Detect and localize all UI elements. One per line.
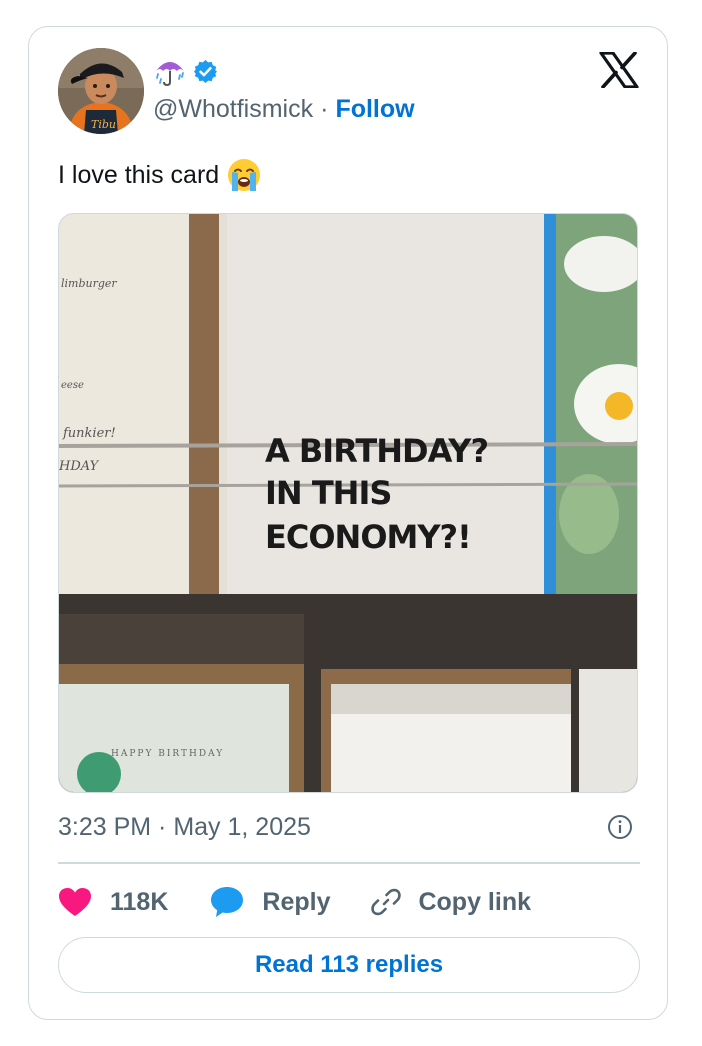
bottom-card-text: HAPPY BIRTHDAY [111, 749, 224, 759]
read-replies-label: Read 113 replies [254, 951, 444, 978]
divider [58, 862, 640, 864]
author-avatar[interactable]: Tibu [58, 48, 144, 134]
tweet-timestamp[interactable]: 3:23 PM · May 1, 2025 [58, 811, 311, 843]
copy-link-label: Copy link [418, 887, 531, 916]
greeting-card-photo: limburger eese funkier! HDAY A BIRTHDAY?… [59, 214, 637, 792]
heart-icon [59, 888, 91, 916]
left-card-line-1: limburger [61, 277, 117, 290]
info-icon[interactable] [606, 813, 634, 841]
loudly-crying-face-icon [228, 159, 261, 191]
umbrella-with-rain-icon [156, 62, 184, 87]
verified-badge-icon [194, 59, 217, 83]
reply-label: Reply [262, 887, 331, 916]
left-card-line-3: funkier! [62, 426, 116, 441]
author-name-row[interactable] [153, 55, 218, 87]
follow-link[interactable]: Follow [335, 95, 414, 123]
reply-button[interactable]: Reply [210, 886, 330, 918]
left-card-line-4: HDAY [59, 459, 100, 474]
reply-bubble-icon [211, 887, 244, 917]
x-logo-icon[interactable] [599, 52, 639, 88]
handle-row: @Whotfismick · Follow [153, 93, 415, 125]
tweet-photo[interactable]: limburger eese funkier! HDAY A BIRTHDAY?… [58, 213, 638, 793]
action-bar: 118K Reply Copy link [58, 882, 531, 922]
card-line-1: A BIRTHDAY? [265, 432, 488, 470]
copy-link-button[interactable]: Copy link [370, 886, 531, 918]
card-line-3: ECONOMY?! [265, 518, 471, 556]
like-button[interactable]: 118K [58, 887, 168, 917]
tweet-text-content: I love this card [58, 161, 220, 189]
svg-text:Tibu: Tibu [91, 118, 116, 131]
avatar-image: Tibu [58, 48, 144, 134]
link-icon [371, 888, 402, 916]
card-line-2: IN THIS [265, 474, 391, 512]
like-count: 118K [110, 887, 169, 916]
separator-dot: · [320, 95, 329, 123]
author-handle[interactable]: @Whotfismick [153, 95, 313, 123]
tweet-text: I love this card [58, 155, 262, 195]
read-replies-button[interactable]: Read 113 replies [58, 937, 640, 993]
embedded-tweet-card: Tibu @Whotfismick · Follow I love this car… [28, 26, 668, 1020]
left-card-line-2: eese [61, 380, 84, 391]
